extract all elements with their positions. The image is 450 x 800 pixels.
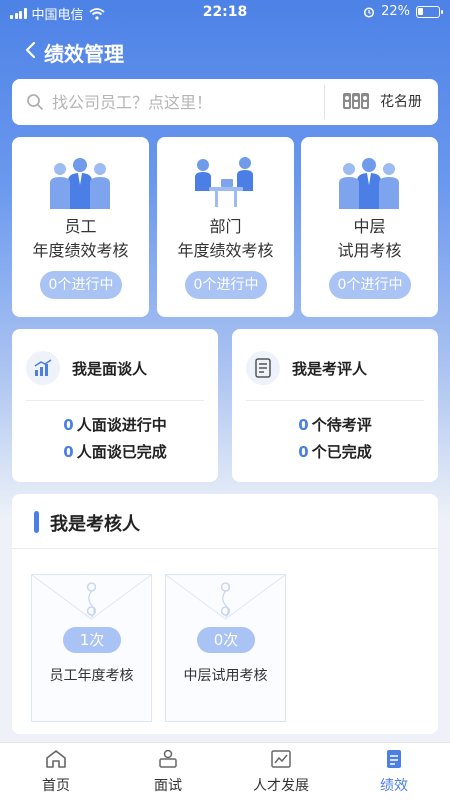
tab-label: 绩效 <box>380 778 408 794</box>
envelope-middle-probation[interactable]: 0次 中层试用考核 <box>165 574 286 722</box>
checklist-icon <box>246 351 280 385</box>
chart-icon <box>26 351 60 385</box>
envelope-label: 中层试用考核 <box>183 668 268 684</box>
tab-interview[interactable]: 面试 <box>112 749 224 795</box>
page-title: 绩效管理 <box>44 42 124 66</box>
count: 0 <box>298 416 309 434</box>
card-subtitle: 年度绩效考核 <box>32 241 129 260</box>
tab-label: 面试 <box>154 778 182 794</box>
roster-button[interactable]: 花名册 <box>342 90 422 112</box>
reviewer-title: 我是考评人 <box>292 359 368 378</box>
talent-icon <box>271 750 291 768</box>
section-accent-bar <box>34 511 39 533</box>
nav-bar: 绩效管理 <box>0 30 450 70</box>
reviewer-card[interactable]: 我是考评人 0 个待考评 0 个已完成 <box>232 329 438 482</box>
card-subtitle: 年度绩效考核 <box>177 241 274 260</box>
card-title: 部门 <box>209 217 242 236</box>
managers-group-icon <box>339 158 399 209</box>
card-employee-annual[interactable]: 员工 年度绩效考核 0个进行中 <box>12 137 149 317</box>
roster-icon <box>343 93 369 109</box>
label: 个已完成 <box>311 443 372 461</box>
divider <box>26 400 204 401</box>
battery-percent: 22% <box>381 4 410 19</box>
status-badge: 0个进行中 <box>185 271 267 299</box>
divider <box>246 400 424 401</box>
review-done[interactable]: 0 个已完成 <box>232 441 438 462</box>
search-icon <box>27 94 43 110</box>
search-input[interactable] <box>52 92 307 112</box>
search-divider <box>324 85 325 119</box>
count: 0 <box>298 443 309 461</box>
count: 0 <box>63 416 74 434</box>
envelope-employee-annual[interactable]: 1次 员工年度考核 <box>31 574 152 722</box>
envelope-flap-icon <box>166 575 285 620</box>
review-pending[interactable]: 0 个待考评 <box>232 414 438 435</box>
label: 人面谈已完成 <box>76 443 167 461</box>
count-badge: 1次 <box>63 627 121 653</box>
status-badge: 0个进行中 <box>329 271 411 299</box>
meeting-icon <box>195 157 253 207</box>
search-bar: 花名册 <box>12 79 438 125</box>
alarm-icon <box>364 6 375 18</box>
battery-icon <box>416 5 443 18</box>
interview-in-progress[interactable]: 0 人面谈进行中 <box>12 414 218 435</box>
card-middle-probation[interactable]: 中层 试用考核 0个进行中 <box>301 137 438 317</box>
interview-icon <box>159 749 177 768</box>
roster-label: 花名册 <box>380 94 422 110</box>
tab-home[interactable]: 首页 <box>0 749 112 795</box>
interview-done[interactable]: 0 人面谈已完成 <box>12 441 218 462</box>
interviewer-title: 我是面谈人 <box>72 359 148 378</box>
envelope-flap-icon <box>32 575 151 620</box>
section-title: 我是考核人 <box>50 514 140 535</box>
card-subtitle: 试用考核 <box>337 241 402 260</box>
home-icon <box>46 750 66 768</box>
envelope-label: 员工年度考核 <box>49 668 134 684</box>
tab-label: 首页 <box>42 778 70 794</box>
assessor-section: 我是考核人 1次 员工年度考核 0次 中层试用考核 <box>12 494 438 734</box>
interviewer-card[interactable]: 我是面谈人 0 人面谈进行中 0 人面谈已完成 <box>12 329 218 482</box>
status-bar: 中国电信 22:18 22% <box>0 0 450 24</box>
status-badge: 0个进行中 <box>40 271 122 299</box>
label: 个待考评 <box>311 416 372 434</box>
performance-icon <box>387 750 401 768</box>
count-badge: 0次 <box>197 627 255 653</box>
tab-label: 人才发展 <box>253 778 309 794</box>
tab-performance[interactable]: 绩效 <box>338 749 450 795</box>
employees-group-icon <box>50 158 110 209</box>
tab-talent[interactable]: 人才发展 <box>225 749 337 795</box>
card-title: 员工 <box>64 217 97 236</box>
card-department-annual[interactable]: 部门 年度绩效考核 0个进行中 <box>157 137 294 317</box>
tab-bar: 首页 面试 人才发展 绩效 <box>0 742 450 800</box>
back-arrow-icon[interactable] <box>20 36 44 64</box>
divider <box>12 548 438 549</box>
card-title: 中层 <box>353 217 386 236</box>
count: 0 <box>63 443 74 461</box>
label: 人面谈进行中 <box>76 416 167 434</box>
